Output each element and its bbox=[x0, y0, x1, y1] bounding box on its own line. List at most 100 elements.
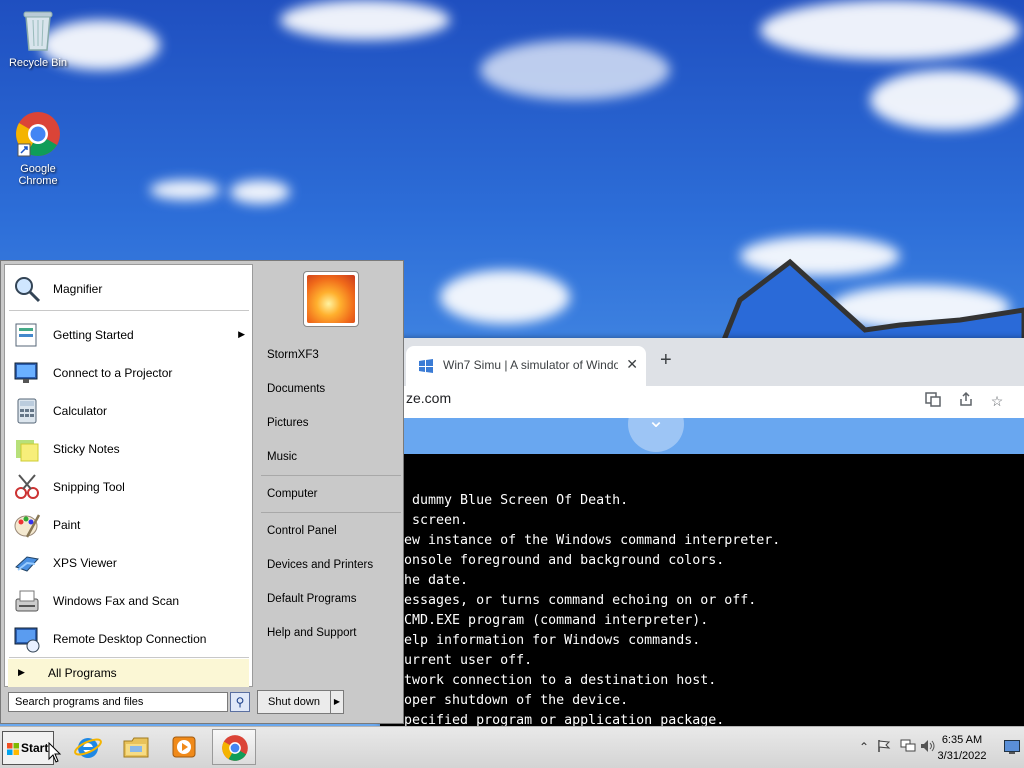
new-tab-button[interactable]: + bbox=[660, 350, 672, 370]
sm-item-windows-fax-scan[interactable]: Windows Fax and Scan bbox=[9, 583, 249, 619]
show-hidden-icons-icon[interactable]: ⌃ bbox=[856, 739, 872, 755]
sticky-notes-icon bbox=[16, 440, 39, 462]
sm-item-xps-viewer[interactable]: XPS Viewer bbox=[9, 545, 249, 581]
taskbar-internet-explorer[interactable] bbox=[66, 729, 110, 765]
chrome-icon bbox=[16, 112, 60, 157]
sm-right-help-support[interactable]: Help and Support bbox=[261, 620, 401, 646]
console-line: e current user off. bbox=[380, 653, 533, 668]
sm-item-getting-started[interactable]: Getting Started ▶ bbox=[9, 317, 249, 353]
sm-item-label: Sticky Notes bbox=[53, 442, 120, 456]
sm-item-connect-to-projector[interactable]: Connect to a Projector bbox=[9, 355, 249, 391]
clock-time[interactable]: 6:35 AM bbox=[932, 734, 992, 746]
sm-item-label: Remote Desktop Connection bbox=[53, 632, 207, 646]
sm-right-devices-printers[interactable]: Devices and Printers bbox=[261, 552, 401, 578]
browser-tab-strip: Win7 Simu | A simulator of Window ✕ + bbox=[380, 338, 1024, 386]
sm-item-remote-desktop[interactable]: Remote Desktop Connection bbox=[9, 621, 249, 657]
media-player-icon bbox=[172, 736, 196, 758]
translate-icon[interactable] bbox=[923, 391, 943, 411]
shutdown-options-arrow-icon[interactable]: ▶ bbox=[330, 690, 344, 714]
magnifier-icon bbox=[15, 277, 41, 303]
share-icon[interactable] bbox=[956, 391, 976, 411]
console-output: s a dummy Blue Screen Of Death. the scre… bbox=[380, 454, 1024, 726]
browser-tab-title: Win7 Simu | A simulator of Window bbox=[443, 358, 618, 372]
console-line: the screen. bbox=[380, 513, 469, 528]
sm-item-label: Magnifier bbox=[53, 282, 103, 296]
console-line: network connection to a destination host… bbox=[380, 673, 717, 688]
start-menu-programs-pane: Magnifier Getting Started ▶ Connect to a… bbox=[4, 264, 253, 687]
mouse-cursor-icon bbox=[48, 742, 62, 763]
recycle-bin-icon bbox=[23, 11, 53, 51]
start-label: Start bbox=[21, 741, 49, 755]
browser-window: Win7 Simu | A simulator of Window ✕ + ze… bbox=[380, 338, 1024, 726]
fax-scan-icon bbox=[15, 590, 39, 612]
sm-right-documents[interactable]: Documents bbox=[261, 376, 401, 402]
clock-date[interactable]: 3/31/2022 bbox=[932, 750, 992, 762]
network-icon[interactable] bbox=[900, 739, 916, 755]
desktop-icon-label: Recycle Bin bbox=[8, 57, 68, 69]
address-bar[interactable]: ze.com ☆ bbox=[380, 386, 1024, 418]
wallpaper-shape bbox=[717, 258, 1024, 350]
desktop-icon-google-chrome[interactable]: Google Chrome bbox=[0, 110, 76, 187]
divider bbox=[9, 310, 249, 311]
start-menu: Magnifier Getting Started ▶ Connect to a… bbox=[0, 260, 404, 724]
search-icon[interactable]: ⚲ bbox=[230, 692, 250, 712]
sm-right-pictures[interactable]: Pictures bbox=[261, 410, 401, 436]
xps-viewer-icon bbox=[15, 556, 39, 572]
shutdown-button[interactable]: Shut down bbox=[257, 690, 331, 714]
show-desktop-icon[interactable] bbox=[1004, 740, 1020, 754]
console-line: s messages, or turns command echoing on … bbox=[380, 593, 757, 608]
sm-right-music[interactable]: Music bbox=[261, 444, 401, 470]
getting-started-icon bbox=[15, 323, 37, 347]
sm-item-label: Snipping Tool bbox=[53, 480, 125, 494]
win7-simu-favicon bbox=[419, 359, 433, 373]
sm-item-magnifier[interactable]: Magnifier bbox=[9, 271, 249, 307]
console-line: he CMD.EXE program (command interpreter)… bbox=[380, 613, 709, 628]
sm-item-calculator[interactable]: Calculator bbox=[9, 393, 249, 429]
page-header-band bbox=[380, 418, 1024, 454]
console-line: s a dummy Blue Screen Of Death. bbox=[380, 493, 629, 508]
system-tray: ⌃ 6:35 AM 3/31/2022 bbox=[852, 727, 1024, 768]
windows-logo-icon bbox=[7, 743, 19, 755]
sm-right-control-panel[interactable]: Control Panel bbox=[261, 518, 401, 544]
console-line: a new instance of the Windows command in… bbox=[380, 533, 781, 548]
sm-item-label: Getting Started bbox=[53, 328, 134, 342]
projector-icon bbox=[14, 362, 38, 383]
close-tab-icon[interactable]: ✕ bbox=[626, 356, 638, 373]
sm-item-label: Windows Fax and Scan bbox=[53, 594, 180, 608]
sm-right-computer[interactable]: Computer bbox=[261, 481, 401, 507]
paint-icon bbox=[14, 514, 41, 538]
sm-item-label: Paint bbox=[53, 518, 81, 532]
start-menu-places-pane: StormXF3 Documents Pictures Music Comput… bbox=[257, 264, 403, 687]
user-avatar[interactable] bbox=[303, 271, 359, 327]
chevron-down-icon[interactable]: ⌄ bbox=[628, 396, 684, 452]
action-center-flag-icon[interactable] bbox=[876, 739, 892, 755]
desktop-icon-recycle-bin[interactable]: Recycle Bin bbox=[0, 8, 76, 69]
snipping-tool-icon bbox=[15, 474, 39, 499]
desktop-icon-label: Google Chrome bbox=[18, 163, 58, 187]
bookmark-star-icon[interactable]: ☆ bbox=[987, 391, 1007, 411]
taskbar-windows-explorer[interactable] bbox=[114, 729, 158, 765]
sm-item-label: Connect to a Projector bbox=[53, 366, 173, 380]
windows-explorer-icon bbox=[123, 737, 149, 758]
taskbar-chrome[interactable] bbox=[212, 729, 256, 765]
sm-item-sticky-notes[interactable]: Sticky Notes bbox=[9, 431, 249, 467]
sm-item-label: XPS Viewer bbox=[53, 556, 117, 570]
console-line: a specified program or application packa… bbox=[380, 713, 725, 726]
calculator-icon bbox=[17, 398, 37, 424]
console-line: e console foreground and background colo… bbox=[380, 553, 725, 568]
divider bbox=[261, 512, 401, 513]
taskbar-media-player[interactable] bbox=[162, 729, 206, 765]
console-line: proper shutdown of the device. bbox=[380, 693, 629, 708]
search-input[interactable]: Search programs and files bbox=[8, 692, 228, 712]
sm-item-snipping-tool[interactable]: Snipping Tool bbox=[9, 469, 249, 505]
browser-tab[interactable]: Win7 Simu | A simulator of Window ✕ bbox=[406, 346, 646, 386]
sm-right-default-programs[interactable]: Default Programs bbox=[261, 586, 401, 612]
url-text[interactable]: ze.com bbox=[406, 390, 451, 406]
sm-right-user[interactable]: StormXF3 bbox=[261, 342, 401, 368]
console-line: s Help information for Windows commands. bbox=[380, 633, 701, 648]
all-programs-button[interactable]: ▶ All Programs bbox=[8, 659, 249, 687]
remote-desktop-icon bbox=[14, 627, 40, 653]
start-button[interactable]: Start bbox=[2, 731, 54, 765]
sm-item-paint[interactable]: Paint bbox=[9, 507, 249, 543]
sm-item-label: Calculator bbox=[53, 404, 108, 418]
